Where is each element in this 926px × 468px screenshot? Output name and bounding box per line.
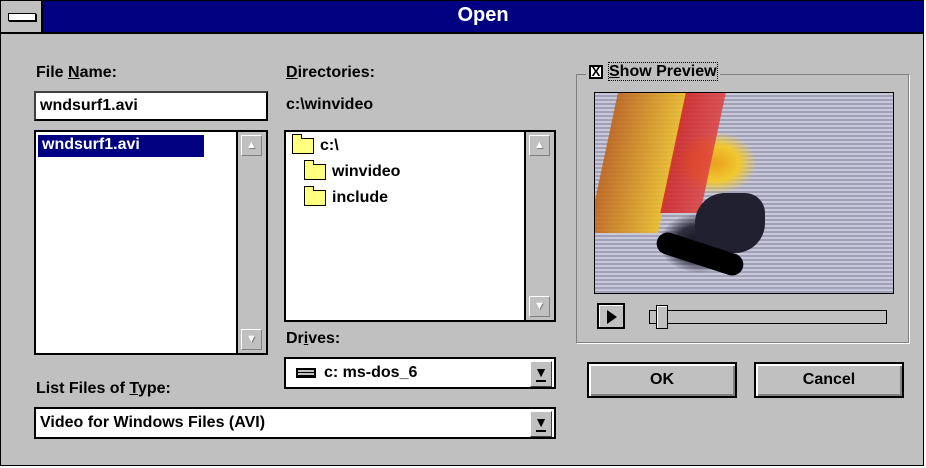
folder-icon (304, 185, 326, 206)
directory-tree[interactable]: c:\ winvideo include ▲ ▼ (284, 130, 556, 322)
scroll-up-icon[interactable]: ▲ (241, 135, 262, 156)
tree-item-label: c:\ (320, 137, 339, 154)
open-folder-icon (304, 159, 326, 180)
system-menu-icon (8, 13, 36, 21)
seek-track[interactable] (649, 310, 887, 324)
directory-scrollbar[interactable]: ▲ ▼ (524, 132, 554, 320)
cancel-button[interactable]: Cancel (754, 362, 904, 398)
tree-item[interactable]: c:\ (292, 133, 339, 155)
tree-item[interactable]: winvideo (304, 159, 401, 181)
file-list-scrollbar[interactable]: ▲ ▼ (236, 132, 266, 353)
tree-item-label: include (332, 189, 389, 206)
drives-value: c: ms-dos_6 (296, 364, 417, 382)
list-item-label: wndsurf1.avi (42, 136, 140, 153)
file-name-label: File Name: (36, 64, 117, 81)
title-bar: Open (1, 1, 923, 34)
video-preview (594, 92, 894, 294)
show-preview-checkbox[interactable]: X Show Preview (586, 62, 720, 81)
open-dialog: Open File Name: wndsurf1.avi wndsurf1.av… (0, 0, 924, 466)
tree-item[interactable]: include (304, 185, 389, 207)
window-title: Open (457, 4, 509, 26)
scroll-down-icon[interactable]: ▼ (241, 329, 262, 350)
open-folder-icon (292, 133, 314, 154)
directories-label: Directories: (286, 64, 375, 81)
play-icon[interactable] (597, 303, 625, 329)
file-type-value: Video for Windows Files (AVI) (40, 414, 266, 431)
current-directory-path: c:\winvideo (286, 96, 374, 113)
system-menu-button[interactable] (1, 1, 43, 32)
drive-icon (296, 367, 316, 378)
tree-item-label: winvideo (332, 163, 401, 180)
playback-controls (594, 302, 892, 332)
scroll-down-icon[interactable]: ▼ (529, 296, 550, 317)
ok-button[interactable]: OK (587, 362, 737, 398)
file-type-label: List Files of Type: (36, 380, 171, 397)
list-item[interactable]: wndsurf1.avi (38, 135, 204, 157)
file-type-dropdown[interactable]: Video for Windows Files (AVI) ▼ (34, 407, 556, 439)
drives-label: Drives: (286, 330, 341, 347)
scroll-up-icon[interactable]: ▲ (529, 135, 550, 156)
seek-thumb[interactable] (656, 305, 668, 329)
file-name-input[interactable]: wndsurf1.avi (34, 91, 268, 121)
dropdown-arrow-icon[interactable]: ▼ (530, 361, 552, 387)
show-preview-label: Show Preview (608, 62, 718, 81)
drives-dropdown[interactable]: c: ms-dos_6 ▼ (284, 357, 556, 389)
file-name-value: wndsurf1.avi (40, 97, 138, 114)
checkbox-checked-icon[interactable]: X (589, 64, 603, 79)
file-list[interactable]: wndsurf1.avi ▲ ▼ (34, 130, 268, 355)
dropdown-arrow-icon[interactable]: ▼ (530, 411, 552, 437)
